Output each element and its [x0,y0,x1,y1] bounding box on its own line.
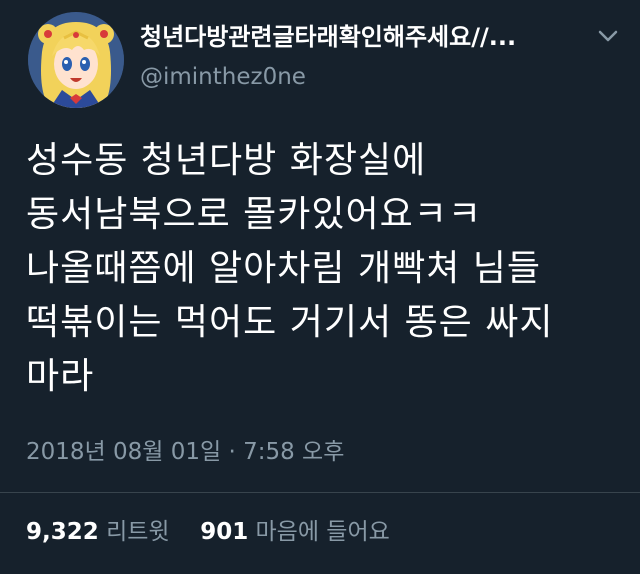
user-names: 청년다방관련글타래확인해주세요//... @iminthez0ne [140,22,582,92]
tweet-stats: 9,322 리트윗 901 마음에 들어요 [26,516,390,548]
tweet-text-line: 떡볶이는 먹어도 거기서 똥은 싸지 [26,302,554,343]
like-label[interactable]: 마음에 들어요 [256,519,390,545]
retweet-label[interactable]: 리트윗 [106,519,169,545]
tweet-header: 청년다방관련글타래확인해주세요//... @iminthez0ne [28,12,622,112]
tweet-text-line: 동서남북으로 몰카있어요ㅋㅋ [26,194,483,235]
display-name[interactable]: 청년다방관련글타래확인해주세요//... [140,22,582,52]
tweet-text-line: 나올때쯤에 알아차림 개빡쳐 님들 [26,248,542,289]
divider [0,492,640,493]
tweet-timestamp[interactable]: 2018년 08월 01일 · 7:58 오후 [26,436,344,468]
retweet-count[interactable]: 9,322 [26,519,99,545]
chevron-down-icon[interactable] [594,24,622,48]
anime-character-avatar-icon [28,12,124,108]
tweet-text: 성수동 청년다방 화장실에 동서남북으로 몰카있어요ㅋㅋ 나올때쯤에 알아차림 … [26,134,620,404]
user-handle[interactable]: @iminthez0ne [140,62,582,92]
avatar[interactable] [28,12,124,108]
tweet-card: 청년다방관련글타래확인해주세요//... @iminthez0ne 성수동 청년… [0,0,640,574]
tweet-text-line: 성수동 청년다방 화장실에 [26,140,427,181]
like-count[interactable]: 901 [200,519,248,545]
tweet-text-line: 마라 [26,356,95,397]
